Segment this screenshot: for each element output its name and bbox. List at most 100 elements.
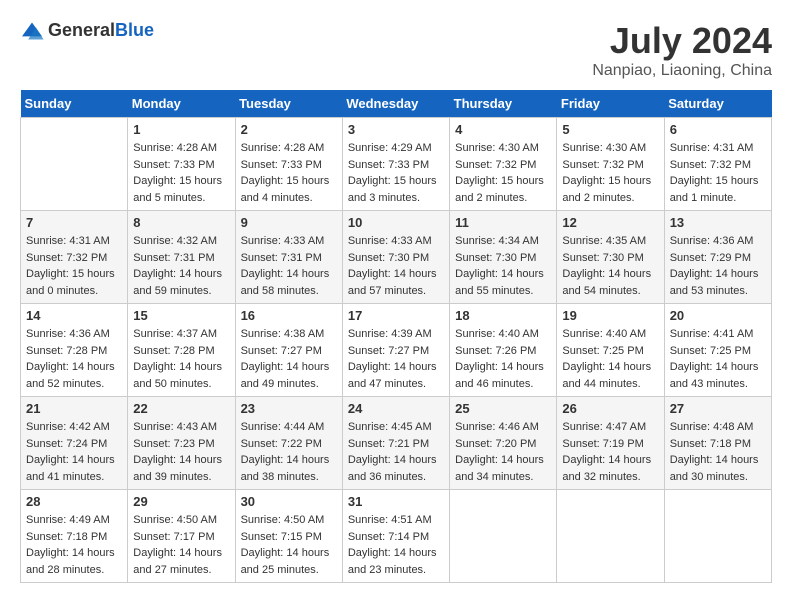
calendar-cell <box>21 118 128 211</box>
day-number: 3 <box>348 122 444 137</box>
calendar-cell: 19 Sunrise: 4:40 AMSunset: 7:25 PMDayligh… <box>557 304 664 397</box>
cell-info: Sunrise: 4:35 AMSunset: 7:30 PMDaylight:… <box>562 233 658 299</box>
calendar-cell: 14Sunrise: 4:36 AMSunset: 7:28 PMDayligh… <box>21 304 128 397</box>
calendar-cell: 7 Sunrise: 4:31 AMSunset: 7:32 PMDaylight… <box>21 211 128 304</box>
cell-info: Sunrise: 4:31 AMSunset: 7:32 PMDaylight:… <box>26 233 122 299</box>
day-number: 4 <box>455 122 551 137</box>
cell-info: Sunrise: 4:44 AMSunset: 7:22 PMDaylight:… <box>241 419 337 485</box>
col-friday: Friday <box>557 90 664 118</box>
cell-info: Sunrise: 4:37 AMSunset: 7:28 PMDaylight:… <box>133 326 229 392</box>
cell-info: Sunrise: 4:50 AMSunset: 7:15 PMDaylight:… <box>241 512 337 578</box>
calendar-cell: 12 Sunrise: 4:35 AMSunset: 7:30 PMDayligh… <box>557 211 664 304</box>
cell-info: Sunrise: 4:38 AMSunset: 7:27 PMDaylight:… <box>241 326 337 392</box>
calendar-cell <box>557 490 664 583</box>
month-year: July 2024 <box>592 20 772 62</box>
cell-info: Sunrise: 4:41 AMSunset: 7:25 PMDaylight:… <box>670 326 766 392</box>
logo-general: General <box>48 20 115 40</box>
title-block: July 2024 Nanpiao, Liaoning, China <box>592 20 772 80</box>
calendar-cell: 9 Sunrise: 4:33 AMSunset: 7:31 PMDaylight… <box>235 211 342 304</box>
day-number: 8 <box>133 215 229 230</box>
header-row: Sunday Monday Tuesday Wednesday Thursday… <box>21 90 772 118</box>
logo: GeneralBlue <box>20 20 154 41</box>
day-number: 13 <box>670 215 766 230</box>
logo-icon <box>20 21 44 41</box>
cell-info: Sunrise: 4:50 AMSunset: 7:17 PMDaylight:… <box>133 512 229 578</box>
calendar-cell: 28Sunrise: 4:49 AMSunset: 7:18 PMDayligh… <box>21 490 128 583</box>
cell-info: Sunrise: 4:48 AMSunset: 7:18 PMDaylight:… <box>670 419 766 485</box>
calendar-week-3: 21 Sunrise: 4:42 AMSunset: 7:24 PMDayligh… <box>21 397 772 490</box>
cell-info: Sunrise: 4:34 AMSunset: 7:30 PMDaylight:… <box>455 233 551 299</box>
cell-info: Sunrise: 4:30 AMSunset: 7:32 PMDaylight:… <box>455 140 551 206</box>
cell-info: Sunrise: 4:40 AMSunset: 7:25 PMDaylight:… <box>562 326 658 392</box>
calendar-cell: 18Sunrise: 4:40 AMSunset: 7:26 PMDayligh… <box>450 304 557 397</box>
day-number: 21 <box>26 401 122 416</box>
calendar-cell: 24 Sunrise: 4:45 AMSunset: 7:21 PMDayligh… <box>342 397 449 490</box>
calendar-cell <box>664 490 771 583</box>
calendar-cell: 23 Sunrise: 4:44 AMSunset: 7:22 PMDayligh… <box>235 397 342 490</box>
calendar-week-4: 28Sunrise: 4:49 AMSunset: 7:18 PMDayligh… <box>21 490 772 583</box>
day-number: 29 <box>133 494 229 509</box>
calendar-header: Sunday Monday Tuesday Wednesday Thursday… <box>21 90 772 118</box>
cell-info: Sunrise: 4:28 AMSunset: 7:33 PMDaylight:… <box>241 140 337 206</box>
col-wednesday: Wednesday <box>342 90 449 118</box>
day-number: 7 <box>26 215 122 230</box>
day-number: 30 <box>241 494 337 509</box>
day-number: 6 <box>670 122 766 137</box>
col-sunday: Sunday <box>21 90 128 118</box>
cell-info: Sunrise: 4:45 AMSunset: 7:21 PMDaylight:… <box>348 419 444 485</box>
day-number: 24 <box>348 401 444 416</box>
day-number: 1 <box>133 122 229 137</box>
day-number: 18 <box>455 308 551 323</box>
day-number: 23 <box>241 401 337 416</box>
day-number: 2 <box>241 122 337 137</box>
cell-info: Sunrise: 4:29 AMSunset: 7:33 PMDaylight:… <box>348 140 444 206</box>
calendar-body: 1 Sunrise: 4:28 AMSunset: 7:33 PMDaylight… <box>21 118 772 583</box>
page-header: GeneralBlue July 2024 Nanpiao, Liaoning,… <box>20 20 772 80</box>
day-number: 12 <box>562 215 658 230</box>
cell-info: Sunrise: 4:42 AMSunset: 7:24 PMDaylight:… <box>26 419 122 485</box>
day-number: 25 <box>455 401 551 416</box>
calendar-cell: 31 Sunrise: 4:51 AMSunset: 7:14 PMDayligh… <box>342 490 449 583</box>
calendar-week-0: 1 Sunrise: 4:28 AMSunset: 7:33 PMDaylight… <box>21 118 772 211</box>
day-number: 28 <box>26 494 122 509</box>
day-number: 27 <box>670 401 766 416</box>
day-number: 11 <box>455 215 551 230</box>
calendar-cell: 16 Sunrise: 4:38 AMSunset: 7:27 PMDayligh… <box>235 304 342 397</box>
calendar-cell: 26 Sunrise: 4:47 AMSunset: 7:19 PMDayligh… <box>557 397 664 490</box>
day-number: 17 <box>348 308 444 323</box>
calendar-cell: 20 Sunrise: 4:41 AMSunset: 7:25 PMDayligh… <box>664 304 771 397</box>
cell-info: Sunrise: 4:33 AMSunset: 7:31 PMDaylight:… <box>241 233 337 299</box>
calendar-cell: 8 Sunrise: 4:32 AMSunset: 7:31 PMDaylight… <box>128 211 235 304</box>
day-number: 15 <box>133 308 229 323</box>
cell-info: Sunrise: 4:51 AMSunset: 7:14 PMDaylight:… <box>348 512 444 578</box>
calendar-cell: 29 Sunrise: 4:50 AMSunset: 7:17 PMDayligh… <box>128 490 235 583</box>
cell-info: Sunrise: 4:28 AMSunset: 7:33 PMDaylight:… <box>133 140 229 206</box>
calendar-cell: 17Sunrise: 4:39 AMSunset: 7:27 PMDayligh… <box>342 304 449 397</box>
day-number: 10 <box>348 215 444 230</box>
calendar-cell: 25 Sunrise: 4:46 AMSunset: 7:20 PMDayligh… <box>450 397 557 490</box>
calendar-cell: 1 Sunrise: 4:28 AMSunset: 7:33 PMDaylight… <box>128 118 235 211</box>
calendar-cell: 3 Sunrise: 4:29 AMSunset: 7:33 PMDaylight… <box>342 118 449 211</box>
day-number: 31 <box>348 494 444 509</box>
cell-info: Sunrise: 4:31 AMSunset: 7:32 PMDaylight:… <box>670 140 766 206</box>
day-number: 26 <box>562 401 658 416</box>
calendar-cell: 10 Sunrise: 4:33 AMSunset: 7:30 PMDayligh… <box>342 211 449 304</box>
col-saturday: Saturday <box>664 90 771 118</box>
calendar-week-1: 7 Sunrise: 4:31 AMSunset: 7:32 PMDaylight… <box>21 211 772 304</box>
day-number: 16 <box>241 308 337 323</box>
cell-info: Sunrise: 4:32 AMSunset: 7:31 PMDaylight:… <box>133 233 229 299</box>
day-number: 20 <box>670 308 766 323</box>
cell-info: Sunrise: 4:46 AMSunset: 7:20 PMDaylight:… <box>455 419 551 485</box>
cell-info: Sunrise: 4:36 AMSunset: 7:29 PMDaylight:… <box>670 233 766 299</box>
col-tuesday: Tuesday <box>235 90 342 118</box>
calendar-cell: 22Sunrise: 4:43 AMSunset: 7:23 PMDayligh… <box>128 397 235 490</box>
cell-info: Sunrise: 4:36 AMSunset: 7:28 PMDaylight:… <box>26 326 122 392</box>
calendar-cell: 21 Sunrise: 4:42 AMSunset: 7:24 PMDayligh… <box>21 397 128 490</box>
day-number: 19 <box>562 308 658 323</box>
location: Nanpiao, Liaoning, China <box>592 62 772 80</box>
calendar-table: Sunday Monday Tuesday Wednesday Thursday… <box>20 90 772 583</box>
cell-info: Sunrise: 4:33 AMSunset: 7:30 PMDaylight:… <box>348 233 444 299</box>
calendar-cell <box>450 490 557 583</box>
cell-info: Sunrise: 4:47 AMSunset: 7:19 PMDaylight:… <box>562 419 658 485</box>
day-number: 9 <box>241 215 337 230</box>
